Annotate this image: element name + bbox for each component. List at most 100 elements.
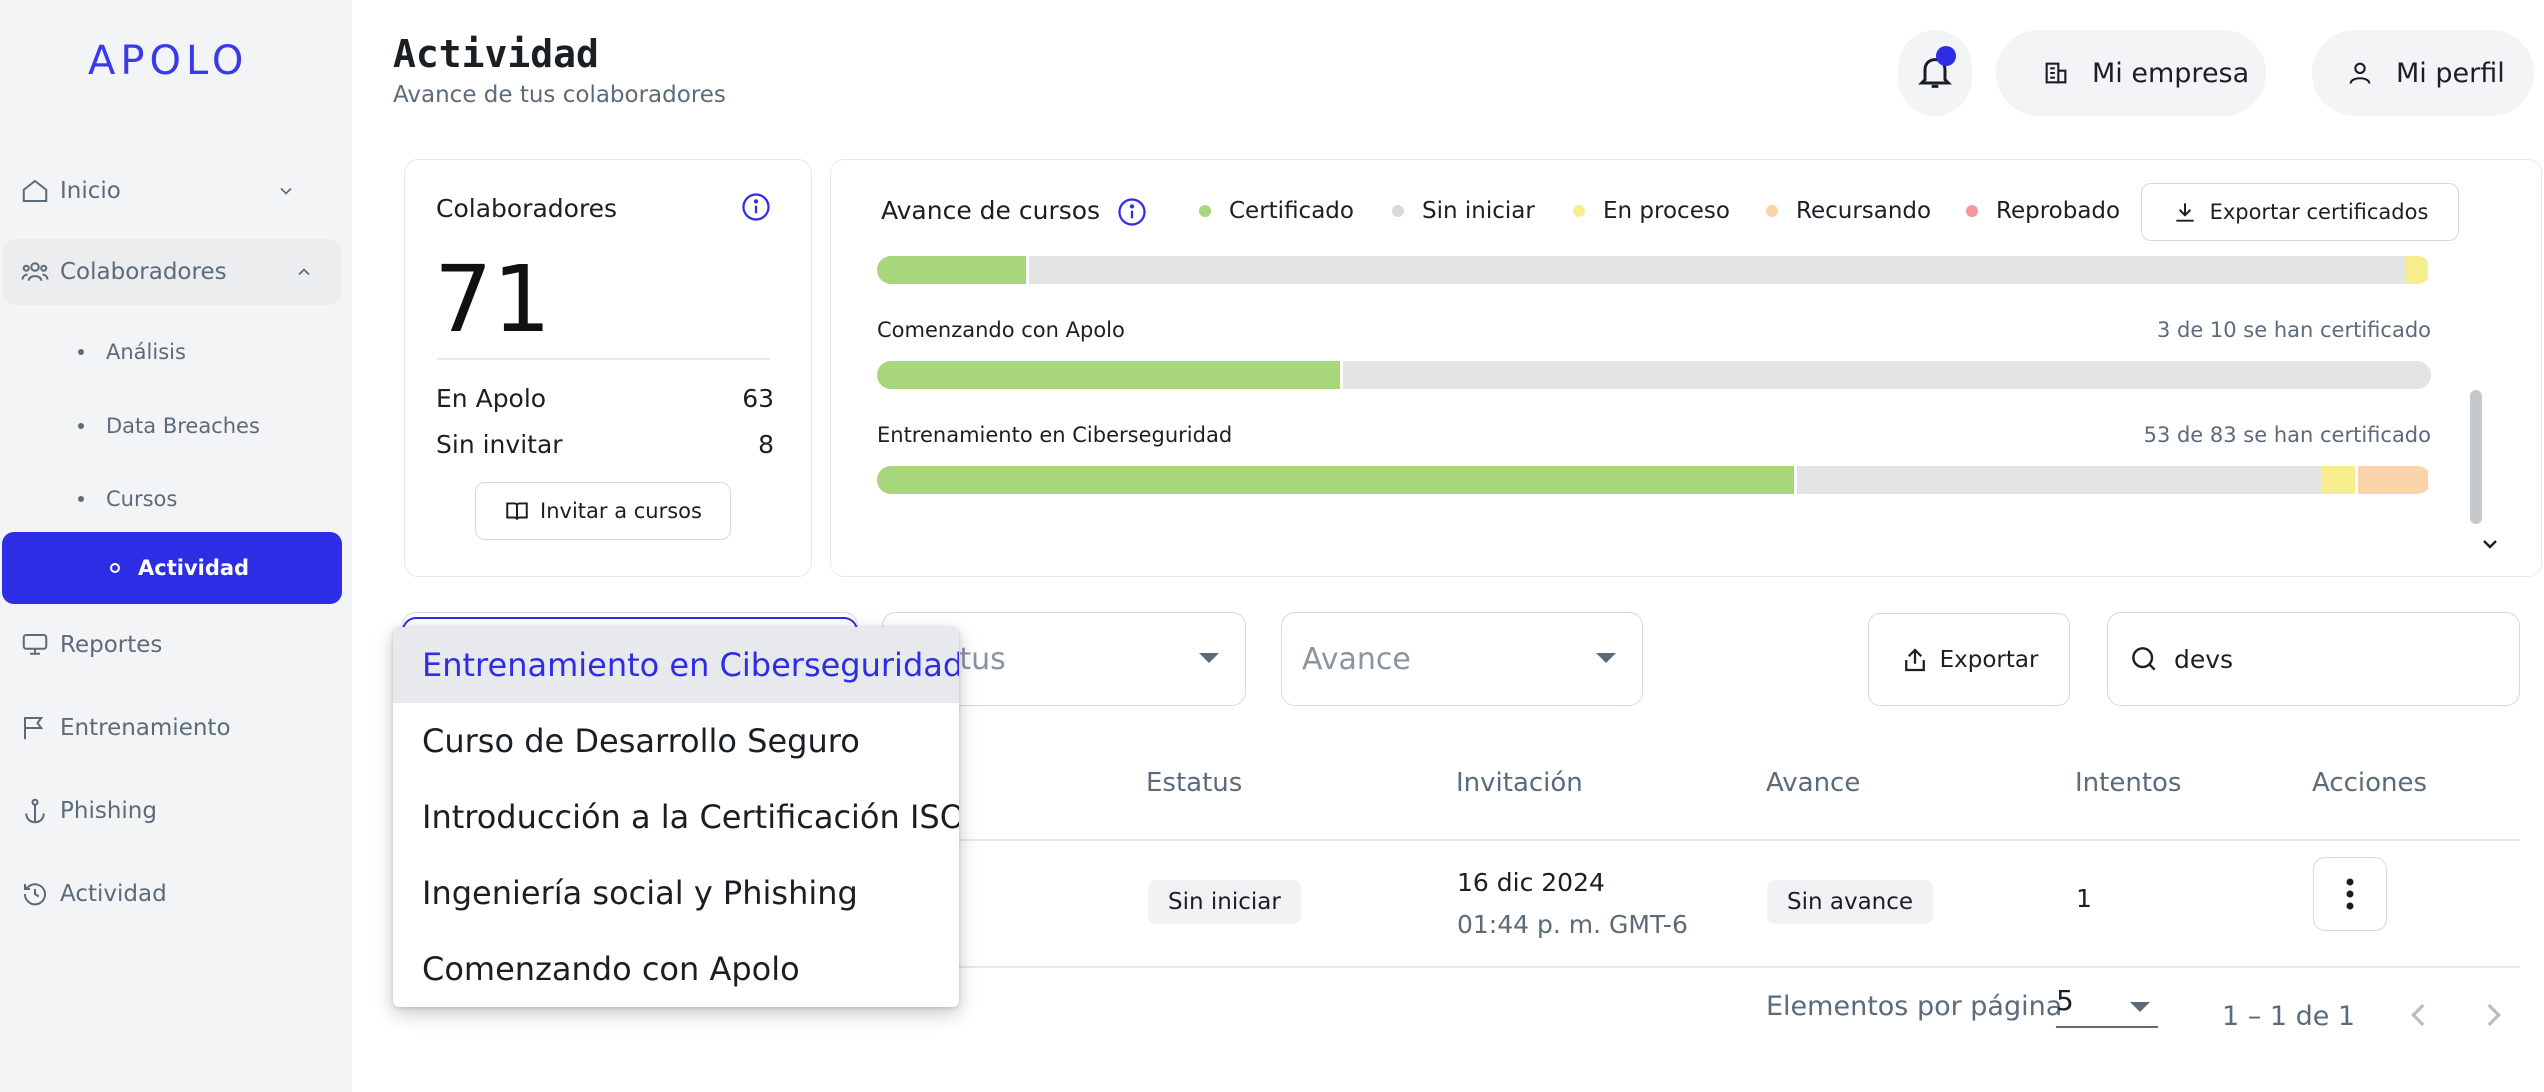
column-header-intentos[interactable]: Intentos: [2075, 768, 2181, 798]
scrollbar-thumb[interactable]: [2470, 390, 2482, 524]
course-progress-title: Avance de cursos: [881, 196, 1101, 225]
progress-badge: Sin avance: [1767, 880, 1934, 924]
next-page-icon[interactable]: [2476, 998, 2510, 1032]
dropdown-option[interactable]: Ingeniería social y Phishing: [393, 855, 959, 931]
sidebar: APOLO Inicio Colaboradores Análisis Data…: [0, 0, 352, 1092]
sidebar-item-phishing[interactable]: Phishing: [20, 778, 342, 844]
caret-down-icon: [1596, 653, 1616, 663]
sidebar-subitem-label: Análisis: [106, 340, 186, 364]
stat-label-sin-invitar: Sin invitar: [436, 430, 563, 459]
collaborators-total: 71: [434, 246, 552, 353]
sidebar-subitem-data-breaches[interactable]: Data Breaches: [78, 414, 260, 438]
sidebar-subitem-analisis[interactable]: Análisis: [78, 340, 186, 364]
course-progress-bar: [877, 256, 2431, 284]
column-header-invitacion[interactable]: Invitación: [1456, 768, 1583, 798]
invite-to-courses-button[interactable]: Invitar a cursos: [475, 482, 731, 540]
column-header-avance[interactable]: Avance: [1766, 768, 1860, 798]
apolo-logo[interactable]: APOLO: [88, 38, 248, 84]
legend-dot: [1766, 205, 1778, 217]
dropdown-option[interactable]: Entrenamiento en Ciberseguridad: [393, 627, 959, 703]
chevron-down-icon[interactable]: [276, 181, 296, 201]
progress-segment-certified: [877, 361, 1344, 389]
my-profile-button[interactable]: Mi perfil: [2312, 30, 2534, 116]
sidebar-item-actividad[interactable]: Actividad: [20, 861, 342, 927]
my-company-button[interactable]: Mi empresa: [1996, 30, 2266, 116]
my-profile-label: Mi perfil: [2396, 57, 2505, 89]
notification-badge: [1936, 46, 1956, 66]
building-icon: [2045, 62, 2067, 84]
dropdown-option[interactable]: Curso de Desarrollo Seguro: [393, 703, 959, 779]
search-input[interactable]: devs: [2107, 612, 2520, 706]
info-icon[interactable]: [741, 192, 771, 222]
sidebar-subitem-cursos[interactable]: Cursos: [78, 487, 177, 511]
course-dropdown-menu: Entrenamiento en Ciberseguridad Curso de…: [393, 627, 959, 1007]
users-icon: [21, 262, 49, 281]
flag-icon: [24, 717, 44, 740]
invite-label: Invitar a cursos: [540, 499, 702, 523]
sidebar-item-label: Reportes: [60, 632, 163, 658]
course-certified-count: 3 de 10 se han certificado: [2156, 318, 2431, 342]
download-icon: [2175, 203, 2194, 222]
scroll-down-icon[interactable]: [2478, 532, 2502, 556]
avance-filter-placeholder: Avance: [1302, 641, 1411, 677]
course-name: Entrenamiento en Ciberseguridad: [877, 423, 1233, 447]
export-label: Exportar: [1939, 646, 2039, 673]
row-actions-button[interactable]: [2313, 857, 2387, 931]
caret-down-icon: [2130, 1002, 2150, 1012]
caret-down-icon: [1199, 653, 1219, 663]
history-icon: [23, 883, 46, 906]
progress-segment-certified: [877, 466, 1797, 494]
bullet: [78, 349, 84, 355]
invite-date: 16 dic 2024: [1457, 868, 1605, 897]
course-name: Comenzando con Apolo: [877, 318, 1125, 342]
notifications-button[interactable]: [1898, 30, 1972, 116]
progress-segment-in-progress: [2320, 466, 2358, 494]
book-icon: [506, 502, 528, 520]
legend-label: Certificado: [1229, 198, 1354, 224]
stat-value-en-apolo: 63: [742, 384, 774, 413]
legend-dot: [1573, 205, 1585, 217]
chevron-up-icon[interactable]: [294, 262, 314, 282]
items-per-page-label: Elementos por página: [1766, 991, 2063, 1022]
bullet: [78, 496, 84, 502]
items-per-page-value: 5: [2056, 984, 2074, 1017]
sidebar-item-inicio[interactable]: Inicio: [20, 158, 342, 224]
stat-value-sin-invitar: 8: [758, 430, 774, 459]
export-certificates-button[interactable]: Exportar certificados: [2141, 183, 2459, 241]
attempts-count: 1: [2076, 884, 2092, 913]
export-certificates-label: Exportar certificados: [2209, 200, 2429, 224]
info-icon[interactable]: [1117, 197, 1147, 227]
more-vertical-icon: [2346, 878, 2354, 910]
column-header-acciones: Acciones: [2312, 768, 2428, 798]
sidebar-item-colaboradores[interactable]: Colaboradores: [2, 239, 342, 305]
legend-dot: [1392, 205, 1404, 217]
previous-page-icon[interactable]: [2402, 998, 2436, 1032]
sidebar-item-entrenamiento[interactable]: Entrenamiento: [20, 695, 342, 761]
export-button[interactable]: Exportar: [1868, 613, 2070, 706]
progress-segment-certified: [877, 256, 1030, 284]
sidebar-subitem-actividad[interactable]: Actividad: [2, 532, 342, 604]
items-per-page-select[interactable]: 5: [2056, 984, 2158, 1028]
my-company-label: Mi empresa: [2092, 57, 2250, 89]
sidebar-subitem-label: Data Breaches: [106, 414, 260, 438]
bullet-ring: [110, 563, 120, 573]
user-icon: [2349, 62, 2371, 84]
legend-dot: [1199, 205, 1211, 217]
search-value: devs: [2174, 644, 2234, 674]
status-badge: Sin iniciar: [1148, 880, 1301, 924]
sidebar-item-reportes[interactable]: Reportes: [20, 612, 342, 678]
dropdown-option[interactable]: Comenzando con Apolo: [393, 931, 959, 1007]
collaborators-title: Colaboradores: [436, 194, 618, 223]
legend-dot: [1966, 205, 1978, 217]
course-certified-count: 53 de 83 se han certificado: [2143, 423, 2431, 447]
page-subtitle: Avance de tus colaboradores: [393, 82, 726, 108]
legend-label: Sin iniciar: [1422, 198, 1535, 224]
dropdown-option[interactable]: Introducción a la Certificación ISO 2700…: [393, 779, 959, 855]
stat-label-en-apolo: En Apolo: [436, 384, 547, 413]
sidebar-item-label: Entrenamiento: [60, 715, 231, 741]
column-header-estatus[interactable]: Estatus: [1146, 768, 1242, 798]
divider: [437, 358, 770, 360]
avance-filter-select[interactable]: Avance: [1281, 612, 1643, 706]
progress-segment-not-started: [1029, 256, 2407, 284]
legend-label: Reprobado: [1996, 198, 2121, 224]
